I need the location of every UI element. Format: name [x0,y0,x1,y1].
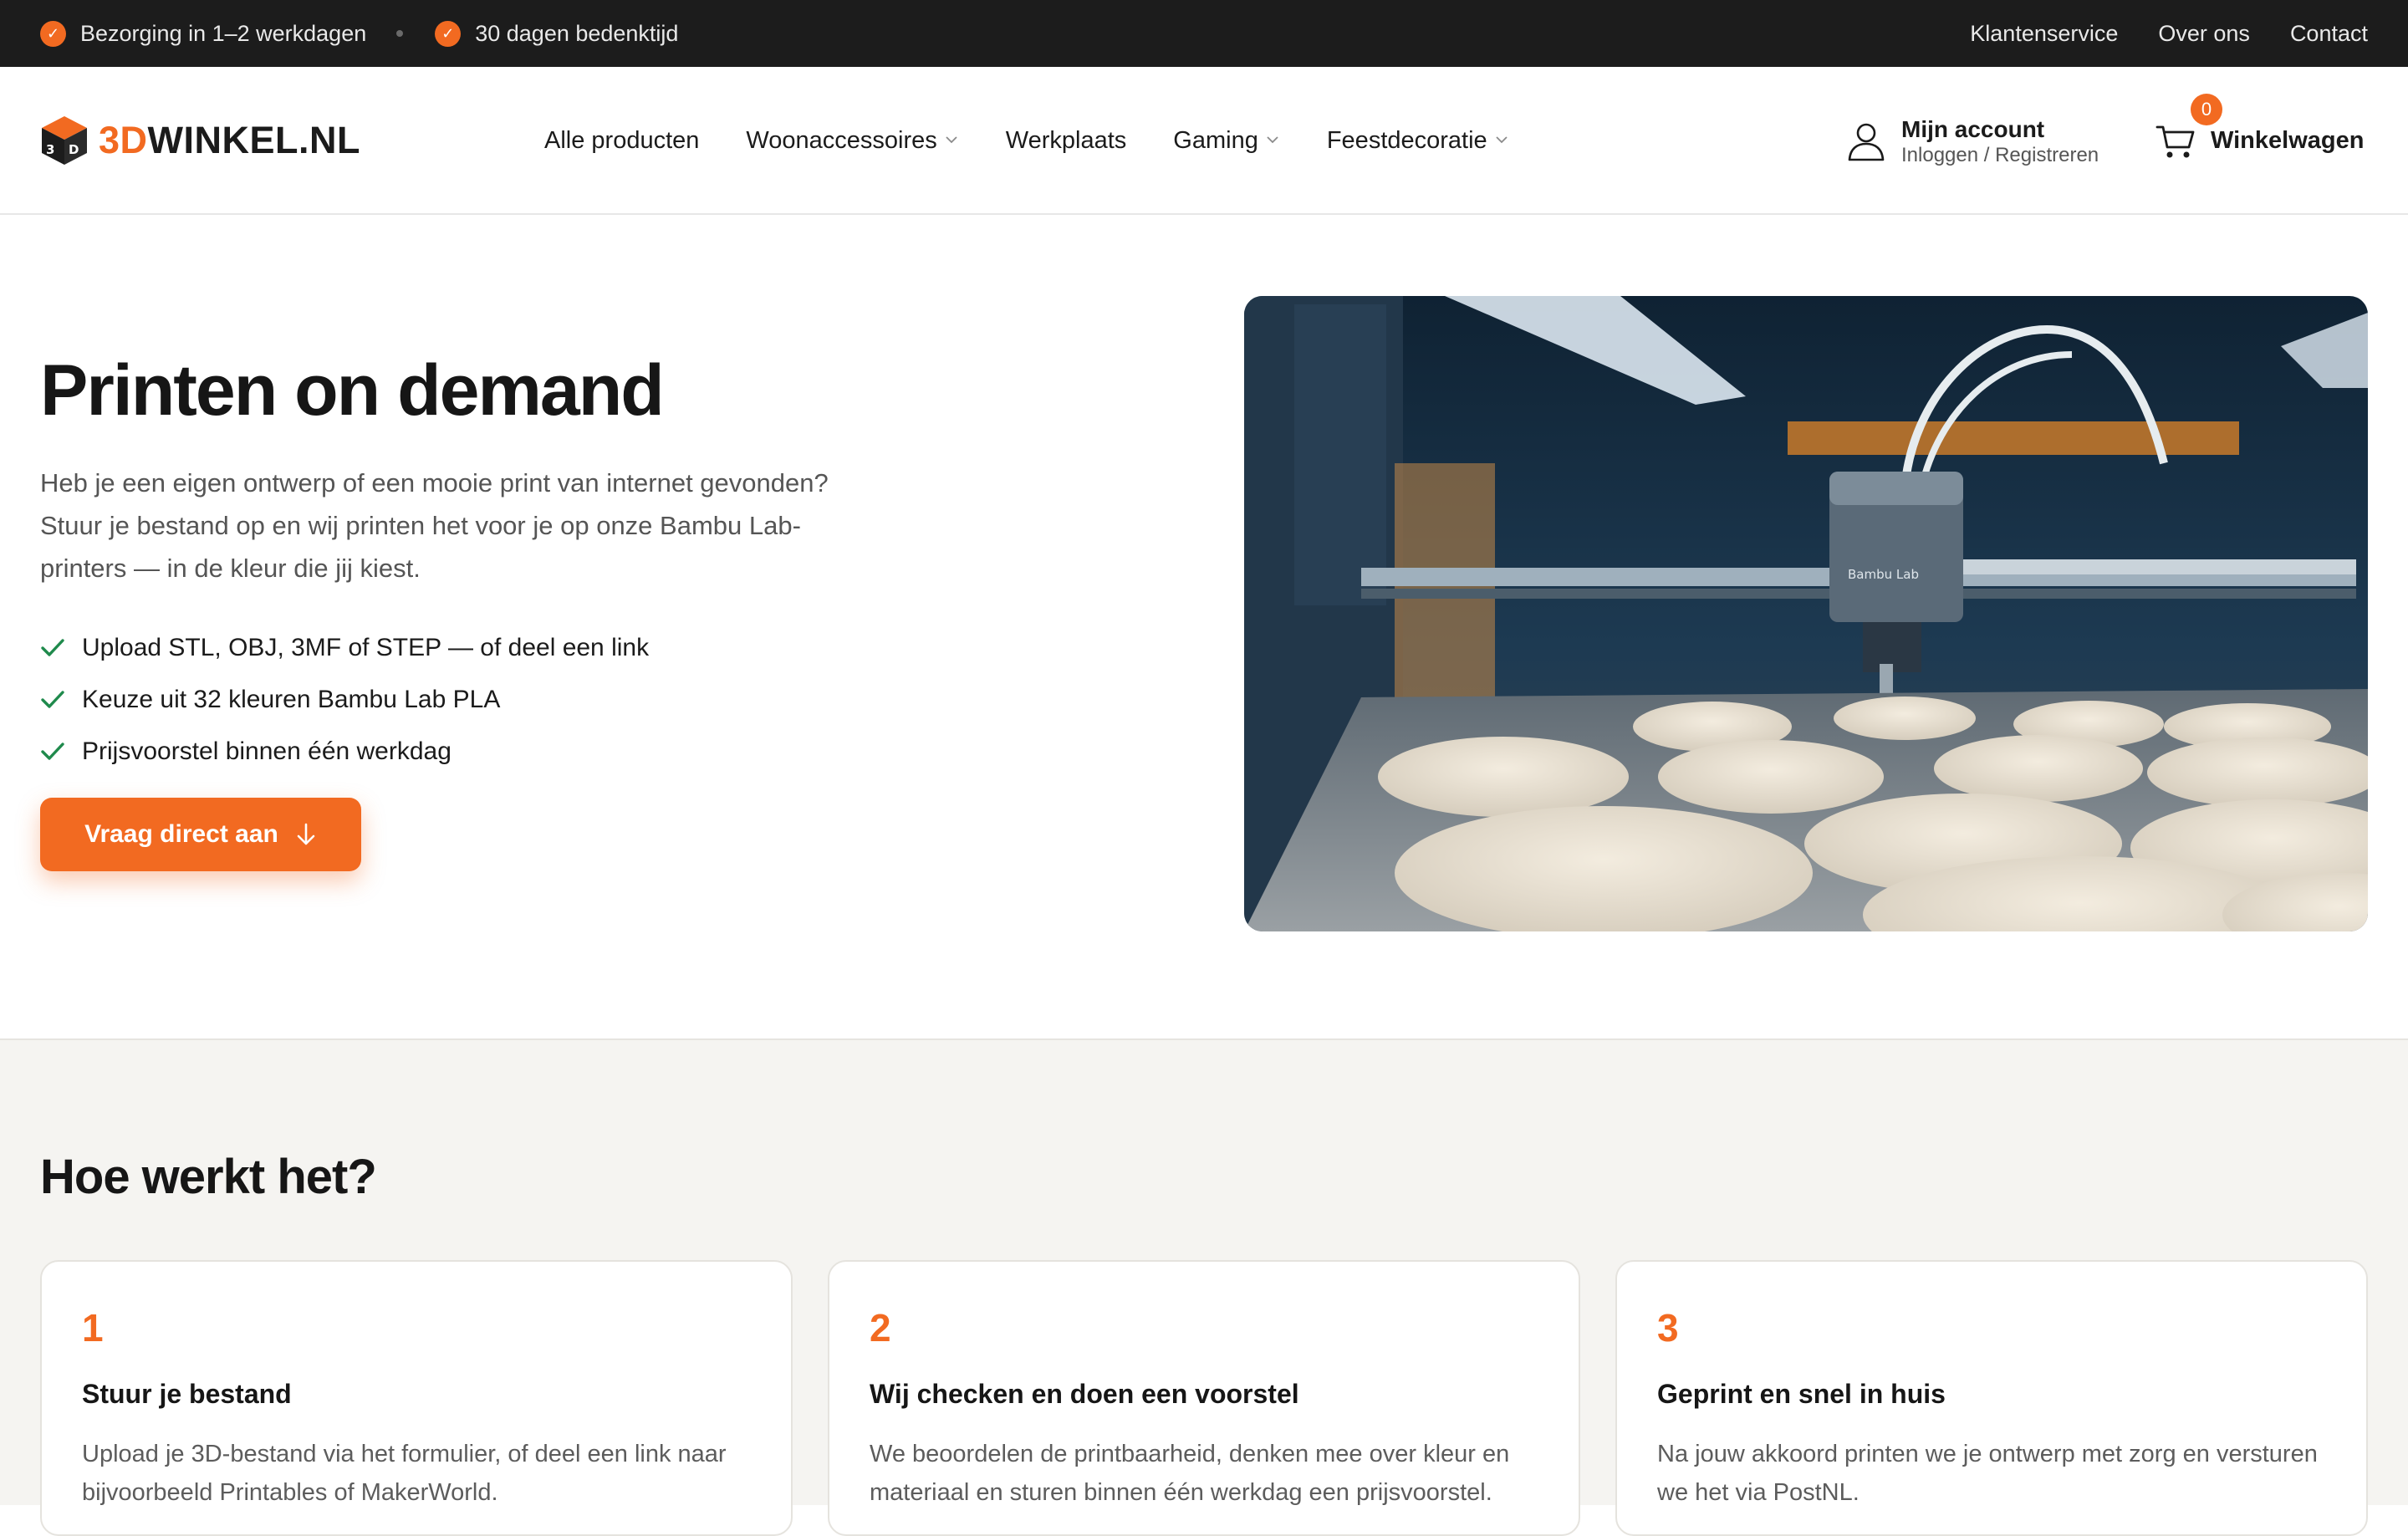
nav-alle-producten[interactable]: Alle producten [544,127,699,155]
account-title: Mijn account [1901,115,2045,142]
bullet-text: Upload STL, OBJ, 3MF of STEP — of deel e… [82,634,650,661]
separator-dot [396,30,404,37]
chevron-down-icon [946,135,957,143]
cart-count-badge: 0 [2191,93,2222,125]
usp-delivery: ✓ Bezorging in 1–2 werkdagen [40,20,367,47]
bullet-item: Prijsvoorstel binnen één werkdag [40,726,649,778]
bullet-item: Keuze uit 32 kleuren Bambu Lab PLA [40,674,649,726]
nav-feestdecoratie[interactable]: Feestdecoratie [1327,127,1509,155]
cart-icon-wrap: 0 [2155,93,2222,161]
logo-rest: WINKEL.NL [147,118,360,161]
step-title: Stuur je bestand [82,1379,292,1409]
step-text: We beoordelen de printbaarheid, denken m… [870,1441,1510,1506]
step-text: Upload je 3D-bestand via het formulier, … [82,1441,727,1506]
link-klantenservice[interactable]: Klantenservice [1970,21,2118,47]
printer-illustration: Bambu Lab [1244,296,2368,931]
image-brand-label: Bambu Lab [1848,567,1919,582]
nav-label: Alle producten [544,127,700,154]
cta-label: Vraag direct aan [84,820,278,848]
hero-title: Printen on demand [40,350,665,431]
account-text: Mijn account Inloggen / Registreren [1901,115,2099,167]
account-link[interactable]: Mijn account Inloggen / Registreren [1846,67,2099,215]
step-title: Wij checken en doen een voorstel [870,1379,1299,1409]
hero-bullets: Upload STL, OBJ, 3MF of STEP — of deel e… [40,622,649,778]
step-number: 2 [870,1306,891,1350]
step-card: 1 Stuur je bestand Upload je 3D-bestand … [40,1260,793,1536]
section-title: Hoe werkt het? [40,1150,377,1204]
usp-label: Bezorging in 1–2 werkdagen [80,20,367,46]
printer-photo: Bambu Lab [1244,296,2368,931]
main-nav: Alle producten Woonaccessoires Werkplaat… [544,67,1556,215]
bullet-text: Keuze uit 32 kleuren Bambu Lab PLA [82,686,501,713]
usp-return: ✓ 30 dagen bedenktijd [435,20,679,47]
svg-text:3: 3 [46,142,54,157]
shopping-cart-icon [2155,125,2195,157]
cube-logo-icon: 3 D [42,115,87,165]
request-quote-button[interactable]: Vraag direct aan [40,798,361,871]
step-title: Geprint en snel in huis [1657,1379,1946,1409]
cart-link[interactable]: 0 Winkelwagen [2155,67,2364,215]
step-text: Na jouw akkoord printen we je ontwerp me… [1657,1441,2318,1506]
nav-werkplaats[interactable]: Werkplaats [1006,127,1127,155]
svg-text:D: D [69,142,79,157]
bullet-text: Prijsvoorstel binnen één werkdag [82,737,452,765]
nav-label: Gaming [1173,127,1258,154]
check-circle-icon: ✓ [435,20,462,47]
nav-label: Werkplaats [1005,127,1127,154]
usp-list: ✓ Bezorging in 1–2 werkdagen ✓ 30 dagen … [40,20,679,47]
account-subtitle: Inloggen / Registreren [1901,143,2099,166]
check-circle-icon: ✓ [40,20,66,47]
nav-label: Feestdecoratie [1326,127,1487,154]
step-number: 1 [82,1306,104,1350]
top-links: Klantenservice Over ons Contact [1930,21,2368,47]
link-over-ons[interactable]: Over ons [2158,21,2250,47]
logo-accent: 3D [99,118,148,161]
nav-gaming[interactable]: Gaming [1173,127,1280,155]
usp-label: 30 dagen bedenktijd [475,20,679,46]
site-header: 3 D 3DWINKEL.NL Alle producten Woonacces… [0,67,2408,215]
checkmark-icon [41,742,64,760]
hero-description: Heb je een eigen ontwerp of een mooie pr… [40,468,829,583]
nav-woonaccessoires[interactable]: Woonaccessoires [746,127,958,155]
step-number: 3 [1657,1306,1679,1350]
cart-label: Winkelwagen [2211,127,2365,154]
checkmark-icon [41,691,64,708]
nav-label: Woonaccessoires [746,127,937,154]
step-card: 3 Geprint en snel in huis Na jouw akkoor… [1615,1260,2368,1536]
user-icon [1848,123,1885,161]
step-card: 2 Wij checken en doen een voorstel We be… [828,1260,1580,1536]
link-contact[interactable]: Contact [2290,21,2368,47]
arrow-down-icon [297,823,315,845]
chevron-down-icon [1267,135,1278,143]
logo[interactable]: 3 D 3DWINKEL.NL [40,115,360,166]
chevron-down-icon [1496,135,1508,143]
bullet-item: Upload STL, OBJ, 3MF of STEP — of deel e… [40,622,649,674]
how-it-works-section: Hoe werkt het? 1 Stuur je bestand Upload… [0,1038,2408,1536]
checkmark-icon [41,639,64,656]
logo-wordmark: 3DWINKEL.NL [99,119,360,162]
top-bar: ✓ Bezorging in 1–2 werkdagen ✓ 30 dagen … [0,0,2408,67]
